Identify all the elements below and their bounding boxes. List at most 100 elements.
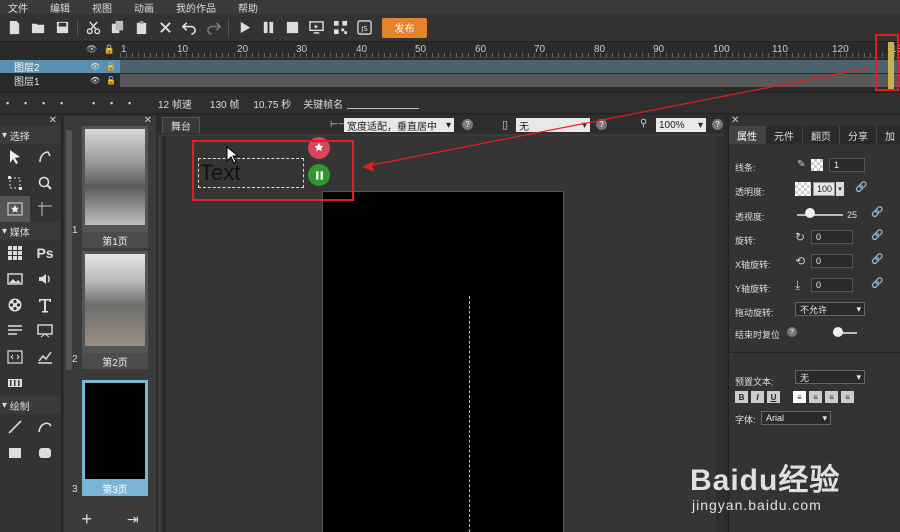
page-thumb-3[interactable]: 第3页 <box>82 380 148 496</box>
align-justify-icon[interactable]: ≡ <box>841 391 854 403</box>
copy-icon[interactable] <box>105 17 129 39</box>
link-icon[interactable]: 🔗 <box>871 278 883 289</box>
help-icon[interactable]: ? <box>787 327 797 337</box>
preview-icon[interactable] <box>304 17 328 39</box>
keyframe-name-input[interactable] <box>347 97 420 109</box>
arrow-select-icon[interactable] <box>0 144 30 170</box>
link-icon[interactable]: 🔗 <box>871 230 883 241</box>
close-icon[interactable]: ✕ <box>731 115 739 126</box>
zoom-icon[interactable] <box>30 170 60 196</box>
insert-frame-icon[interactable]: ▪ <box>92 98 104 108</box>
code-icon[interactable] <box>0 344 30 370</box>
eye-icon[interactable]: 👁 <box>90 62 100 71</box>
undo-icon[interactable] <box>177 17 201 39</box>
lock-icon[interactable]: 🔓 <box>106 76 116 85</box>
new-file-icon[interactable] <box>2 17 26 39</box>
perspective-slider-knob[interactable] <box>805 208 815 218</box>
search-icon[interactable]: ⚲ <box>640 118 647 129</box>
artboard[interactable] <box>322 191 564 532</box>
opacity-swatch[interactable] <box>795 182 811 196</box>
close-icon[interactable]: ✕ <box>49 115 57 126</box>
align-center-icon[interactable]: ≡ <box>809 391 822 403</box>
bold-button[interactable]: B <box>735 391 748 403</box>
help-icon[interactable]: ? <box>462 119 473 130</box>
mobile-device-icon[interactable]: ▯ <box>502 118 508 131</box>
rotate-icon[interactable]: ↻ <box>795 230 805 244</box>
stroke-color-swatch[interactable] <box>811 159 823 171</box>
zoom-select[interactable]: 100% ▾ <box>656 118 706 132</box>
page-thumb-2[interactable]: 第2页 <box>82 251 148 369</box>
publish-button[interactable]: 发布 <box>382 17 427 38</box>
play-icon[interactable] <box>232 17 256 39</box>
grid-icon[interactable] <box>0 240 30 266</box>
save-icon[interactable] <box>50 17 74 39</box>
layer-track-1[interactable] <box>120 74 900 87</box>
help-icon[interactable]: ? <box>712 119 723 130</box>
chart-icon[interactable] <box>30 344 60 370</box>
trash-icon[interactable]: ▪ <box>60 98 72 108</box>
eye-icon[interactable]: 👁 <box>86 44 97 55</box>
font-select[interactable]: Arial ▾ <box>761 411 831 425</box>
lock-icon[interactable]: 🔒 <box>103 44 114 55</box>
layer-track-2[interactable] <box>120 60 900 73</box>
italic-button[interactable]: I <box>751 391 764 403</box>
guide-icon[interactable] <box>30 196 60 222</box>
blank-frame-icon[interactable]: ▪ <box>128 98 140 108</box>
add-page-icon[interactable]: + <box>81 509 92 530</box>
rounded-rectangle-icon[interactable] <box>30 440 60 466</box>
pen-icon[interactable]: ✎ <box>797 159 805 170</box>
new-layer-icon[interactable]: ▪ <box>6 98 18 108</box>
section-media[interactable]: ▾ 媒体 <box>0 222 61 240</box>
cut-icon[interactable] <box>81 17 105 39</box>
image-icon[interactable] <box>0 266 30 292</box>
tab-more[interactable]: 加 <box>877 126 900 144</box>
perspective-slider-track[interactable] <box>797 214 843 216</box>
timeline-ruler[interactable]: 110203040506070809010011012013 <box>120 42 900 58</box>
y-rotate-input[interactable]: 0 <box>811 278 853 292</box>
video-reel-icon[interactable] <box>0 292 30 318</box>
pages-scrollbar[interactable] <box>66 130 72 370</box>
tab-stage[interactable]: 舞台 <box>162 117 200 133</box>
link-icon[interactable]: 🔗 <box>871 254 883 265</box>
layer-row-1[interactable]: 图层1 👁 🔓 <box>0 74 120 88</box>
underline-button[interactable]: U <box>767 391 780 403</box>
menu-animation[interactable]: 动画 <box>126 0 168 15</box>
stroke-width-input[interactable]: 1 <box>829 158 865 172</box>
rotate-input[interactable]: 0 <box>811 230 853 244</box>
section-select[interactable]: ▾ 选择 <box>0 126 61 144</box>
javascript-icon[interactable]: JS <box>352 17 376 39</box>
section-draw[interactable]: ▾ 绘制 <box>0 396 61 414</box>
layer-row-2[interactable]: 图层2 👁 🔓 <box>0 60 120 74</box>
curve-icon[interactable] <box>30 414 60 440</box>
tab-properties[interactable]: 属性 <box>729 126 766 144</box>
menu-my-works[interactable]: 我的作品 <box>168 0 230 15</box>
folder-icon[interactable]: ▪ <box>24 98 36 108</box>
import-page-icon[interactable]: ⇥ <box>127 511 139 528</box>
help-icon[interactable]: ? <box>596 119 607 130</box>
x-rotate-input[interactable]: 0 <box>811 254 853 268</box>
qrcode-icon[interactable] <box>328 17 352 39</box>
tab-share[interactable]: 分享 <box>840 126 877 144</box>
photoshop-icon[interactable]: Ps <box>30 240 60 266</box>
stop-icon[interactable] <box>280 17 304 39</box>
device-select[interactable]: 无 ▾ <box>516 118 590 133</box>
chevron-down-icon[interactable]: ▾ <box>836 182 844 196</box>
preset-text-select[interactable]: 无 ▾ <box>795 370 865 384</box>
y-rotate-icon[interactable]: ⤓ <box>795 278 800 293</box>
close-icon[interactable]: ✕ <box>144 115 152 126</box>
menu-edit[interactable]: 编辑 <box>42 0 84 15</box>
audio-icon[interactable] <box>30 266 60 292</box>
delete-icon[interactable] <box>153 17 177 39</box>
lock-icon[interactable]: 🔓 <box>106 62 116 71</box>
link-icon[interactable]: 🔗 <box>871 207 883 218</box>
paragraph-icon[interactable] <box>0 318 30 344</box>
reset-toggle-knob[interactable] <box>833 327 843 337</box>
drag-rotate-select[interactable]: 不允许 ▾ <box>795 302 865 316</box>
menu-file[interactable]: 文件 <box>0 0 42 15</box>
align-right-icon[interactable]: ≡ <box>825 391 838 403</box>
open-folder-icon[interactable] <box>26 17 50 39</box>
menu-view[interactable]: 视图 <box>84 0 126 15</box>
film-strip-icon[interactable] <box>0 370 30 396</box>
opacity-input[interactable]: 100 <box>813 182 835 196</box>
fit-mode-select[interactable]: 宽度适配，垂直居中 ▾ <box>344 118 454 133</box>
